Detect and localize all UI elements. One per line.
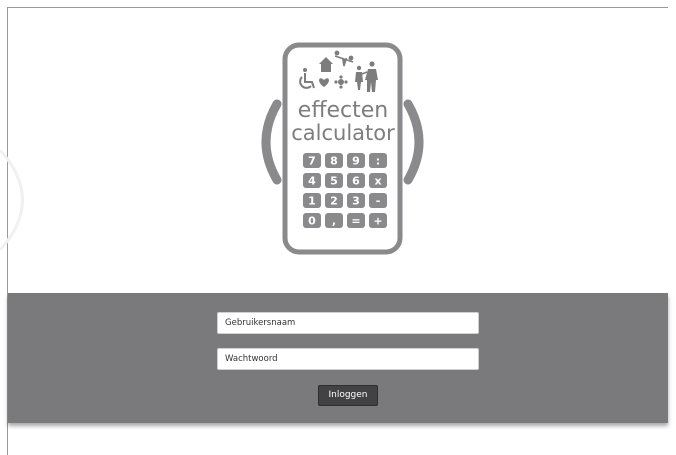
- keypad-key-label: +: [373, 215, 382, 228]
- keypad-key: 1: [303, 193, 321, 208]
- keypad-key: 4: [303, 173, 321, 188]
- login-band: Inloggen: [8, 293, 668, 423]
- keypad-key-label: 8: [330, 155, 338, 168]
- keypad-key-label: 7: [308, 155, 316, 168]
- effecten-calculator-logo: effecten calculator 7 8 9: 4 5 6 x 1 2 3 - 0, = +: [255, 42, 430, 257]
- keypad-key-label: x: [374, 175, 381, 188]
- keypad-key: ,: [325, 213, 343, 228]
- keypad-key-label: =: [351, 215, 360, 228]
- keypad-key-label: 9: [352, 155, 360, 168]
- login-button[interactable]: Inloggen: [318, 385, 378, 406]
- username-input[interactable]: [217, 312, 479, 334]
- keypad-key-label: 0: [308, 215, 316, 228]
- logo-text-calculator: calculator: [291, 121, 395, 145]
- keypad-key-label: ,: [332, 215, 336, 228]
- logo-text-effecten: effecten: [298, 98, 388, 123]
- keypad-key: 0: [303, 213, 321, 228]
- keypad-key: x: [369, 173, 387, 188]
- keypad-key: +: [369, 213, 387, 228]
- keypad-key-label: 4: [308, 175, 316, 188]
- keypad-key: 6: [347, 173, 365, 188]
- keypad-key: =: [347, 213, 365, 228]
- keypad-key: 7: [303, 153, 321, 168]
- keypad-key-label: 6: [352, 175, 360, 188]
- keypad-key: 8: [325, 153, 343, 168]
- keypad-key: 5: [325, 173, 343, 188]
- keypad-key: :: [369, 153, 387, 168]
- keypad-key-label: 3: [352, 195, 360, 208]
- keypad-key: 3: [347, 193, 365, 208]
- keypad-key: 9: [347, 153, 365, 168]
- keypad-key: -: [369, 193, 387, 208]
- decorative-curve: [0, 148, 24, 252]
- keypad-key-label: 2: [330, 195, 338, 208]
- keypad-key: 2: [325, 193, 343, 208]
- keypad-key-label: :: [376, 155, 380, 168]
- keypad-key-label: 1: [308, 195, 316, 208]
- keypad-key-label: 5: [330, 175, 338, 188]
- keypad-key-label: -: [376, 195, 381, 208]
- password-input[interactable]: [217, 348, 479, 370]
